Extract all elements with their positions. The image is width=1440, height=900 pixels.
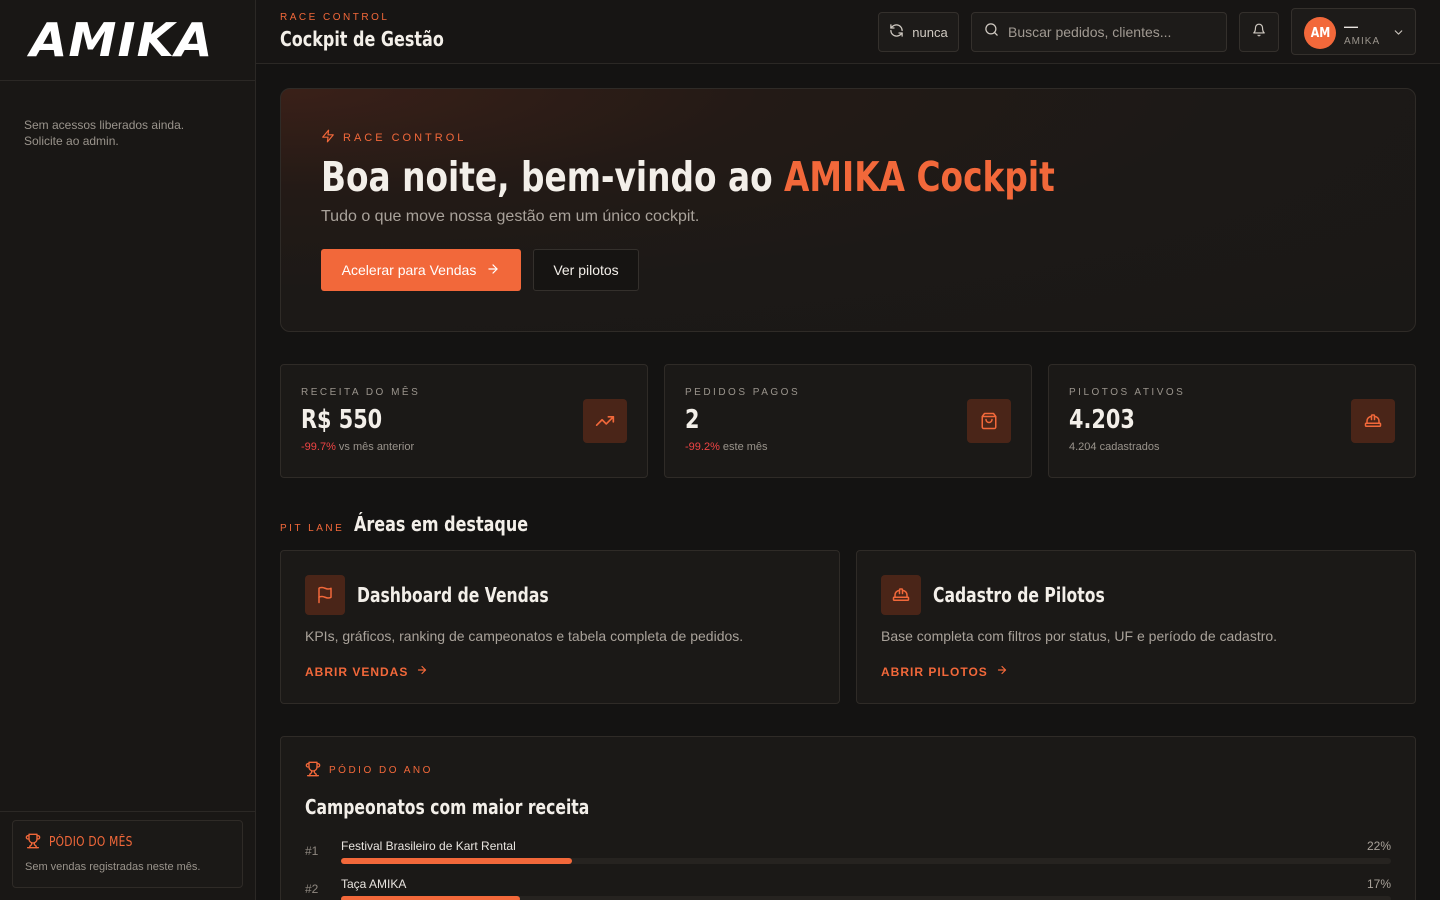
accelerate-to-sales-button[interactable]: Acelerar para Vendas <box>321 249 521 291</box>
kpi-label: RECEITA DO MÊS <box>301 387 421 398</box>
open-pilots-link[interactable]: ABRIR PILOTOS <box>881 664 1008 679</box>
sidebar-empty-line-2: Solicite ao admin. <box>24 134 119 148</box>
monthly-podium-title: PÓDIO DO MÊS <box>25 833 230 852</box>
user-name: — <box>1344 18 1358 34</box>
kpi-footnote: -99.7% vs mês anterior <box>301 441 414 453</box>
kpi-card-revenue: RECEITA DO MÊS R$ 550 -99.7% vs mês ante… <box>280 364 648 478</box>
kpi-delta: -99.7% <box>301 441 336 453</box>
kpi-note: vs mês anterior <box>338 441 415 453</box>
hero-title-accent: AMIKA Cockpit <box>784 153 1055 201</box>
hero-subtitle: Tudo o que move nossa gestão em um único… <box>321 208 700 225</box>
helmet-icon <box>881 575 921 615</box>
trophy-icon <box>305 761 321 780</box>
hero-kicker: RACE CONTROL <box>321 129 466 146</box>
kpi-label: PEDIDOS PAGOS <box>685 387 801 398</box>
areas-section-kicker: PIT LANE <box>280 523 345 534</box>
shopping-bag-icon <box>967 399 1011 443</box>
area-title: Dashboard de Vendas <box>357 583 549 607</box>
kpi-note: 4.204 cadastrados <box>1069 441 1160 453</box>
yearly-podium-title: Campeonatos com maior receita <box>305 795 590 819</box>
open-sales-label: ABRIR VENDAS <box>305 664 409 679</box>
areas-section-header: PIT LANE Áreas em destaque <box>280 512 572 536</box>
kpi-value: R$ 550 <box>301 405 383 435</box>
trending-up-icon <box>583 399 627 443</box>
user-org: AMIKA <box>1344 36 1381 47</box>
kpi-note: este mês <box>722 441 768 453</box>
hero-kicker-label: RACE CONTROL <box>343 131 467 144</box>
avatar-initials: AM <box>1310 25 1330 41</box>
area-description: Base completa com filtros por status, UF… <box>881 628 1278 644</box>
sidebar-empty-message: Sem acessos liberados ainda. Solicite ao… <box>0 81 255 149</box>
search-input[interactable] <box>1008 24 1218 40</box>
kpi-card-paid-orders: PEDIDOS PAGOS 2 -99.2% este mês <box>664 364 1032 478</box>
search-icon <box>984 22 999 42</box>
refresh-icon <box>889 23 904 41</box>
topbar: RACE CONTROL Cockpit de Gestão nunca AM … <box>256 0 1440 64</box>
monthly-podium-subtitle: Sem vendas registradas neste mês. <box>25 861 201 873</box>
helmet-icon <box>1351 399 1395 443</box>
hero-title-prefix: Boa noite, bem-vindo ao <box>321 153 785 201</box>
hero-banner: RACE CONTROL Boa noite, bem-vindo ao AMI… <box>280 88 1416 332</box>
chevron-down-icon <box>1392 26 1405 44</box>
kpi-footnote: 4.204 cadastrados <box>1069 441 1160 453</box>
sync-label: nunca <box>912 24 948 40</box>
kpi-delta: -99.2% <box>685 441 720 453</box>
page-title: Cockpit de Gestão <box>280 27 444 51</box>
view-pilots-button[interactable]: Ver pilotos <box>533 249 639 291</box>
sidebar: AMIKA Sem acessos liberados ainda. Solic… <box>0 0 256 900</box>
ranking-percent: 22% <box>1366 839 1391 853</box>
amika-logo[interactable]: AMIKA <box>30 13 213 67</box>
monthly-podium-card: PÓDIO DO MÊS Sem vendas registradas nest… <box>12 820 243 888</box>
ranking-bar-fill <box>341 858 572 864</box>
area-card-pilot-registry[interactable]: Cadastro de Pilotos Base completa com fi… <box>856 550 1416 704</box>
yearly-podium-label: PÓDIO DO ANO <box>329 765 433 776</box>
ranking-row: #2 Taça AMIKA 17% <box>305 877 1391 900</box>
ranking-bar-fill <box>341 896 520 900</box>
open-sales-link[interactable]: ABRIR VENDAS <box>305 664 428 679</box>
kpi-value: 4.203 <box>1069 405 1135 435</box>
sidebar-empty-line-1: Sem acessos liberados ainda. <box>24 118 185 132</box>
bell-icon <box>1252 23 1266 42</box>
arrow-right-icon <box>416 664 428 679</box>
accelerate-to-sales-label: Acelerar para Vendas <box>341 262 477 278</box>
ranking-name: Festival Brasileiro de Kart Rental <box>341 839 516 853</box>
sync-button[interactable]: nunca <box>878 12 959 52</box>
ranking-bar-track <box>341 858 1391 864</box>
notifications-button[interactable] <box>1239 12 1279 52</box>
trophy-icon <box>25 833 41 852</box>
kpi-footnote: -99.2% este mês <box>685 441 768 453</box>
yearly-podium-kicker: PÓDIO DO ANO <box>305 761 433 780</box>
ranking-position: #1 <box>305 844 319 858</box>
ranking-position: #2 <box>305 882 319 896</box>
kpi-label: PILOTOS ATIVOS <box>1069 387 1186 398</box>
ranking-name: Taça AMIKA <box>341 877 407 891</box>
area-title: Cadastro de Pilotos <box>933 583 1105 607</box>
monthly-podium-label: PÓDIO DO MÊS <box>49 835 133 850</box>
ranking-row: #1 Festival Brasileiro de Kart Rental 22… <box>305 839 1391 869</box>
areas-section-title: Áreas em destaque <box>354 512 529 536</box>
arrow-right-icon <box>486 262 500 279</box>
sidebar-footer: PÓDIO DO MÊS Sem vendas registradas nest… <box>0 811 255 900</box>
yearly-podium-panel: PÓDIO DO ANO Campeonatos com maior recei… <box>280 736 1416 900</box>
flag-icon <box>305 575 345 615</box>
avatar: AM <box>1304 17 1336 49</box>
arrow-right-icon <box>996 664 1008 679</box>
area-card-sales-dashboard[interactable]: Dashboard de Vendas KPIs, gráficos, rank… <box>280 550 840 704</box>
ranking-bar-track <box>341 896 1391 900</box>
kpi-card-active-pilots: PILOTOS ATIVOS 4.203 4.204 cadastrados <box>1048 364 1416 478</box>
logo-area: AMIKA <box>0 0 255 81</box>
ranking-percent: 17% <box>1366 877 1391 891</box>
open-pilots-label: ABRIR PILOTOS <box>881 664 988 679</box>
hero-title: Boa noite, bem-vindo ao AMIKA Cockpit <box>321 153 1055 201</box>
area-description: KPIs, gráficos, ranking de campeonatos e… <box>305 628 744 644</box>
zap-icon <box>321 129 335 146</box>
search-box[interactable] <box>971 12 1227 52</box>
topbar-kicker: RACE CONTROL <box>280 12 390 23</box>
user-menu[interactable]: AM — AMIKA <box>1291 8 1416 55</box>
kpi-value: 2 <box>685 405 700 435</box>
